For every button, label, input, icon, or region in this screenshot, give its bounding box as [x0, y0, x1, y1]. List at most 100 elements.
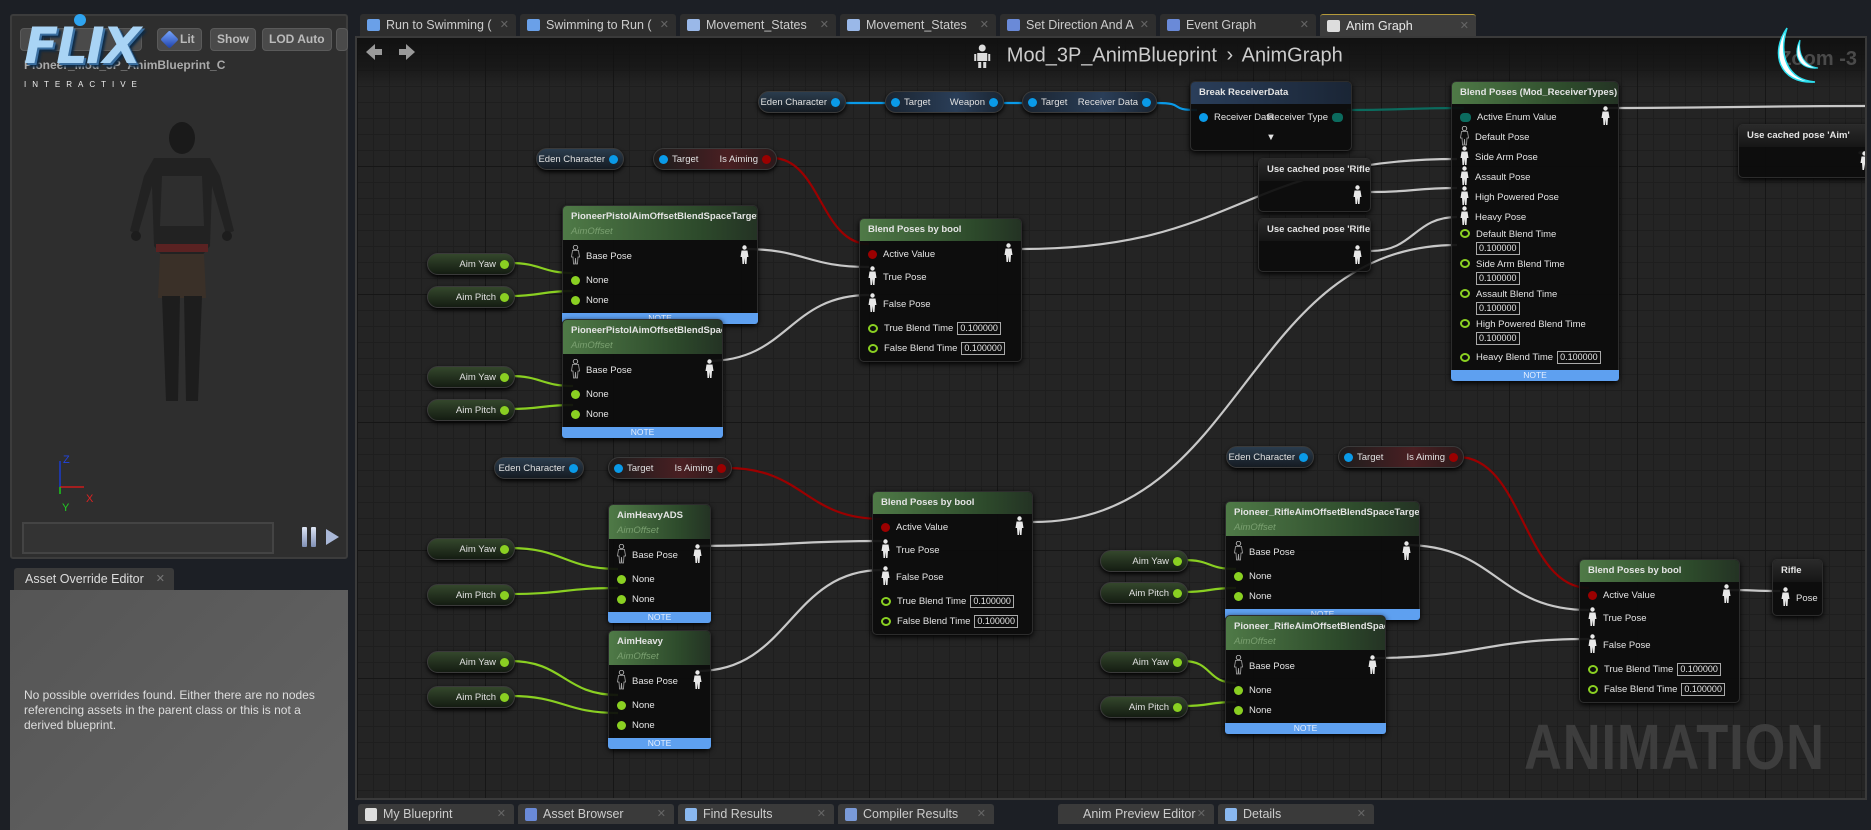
close-icon[interactable]: ✕ — [817, 804, 826, 824]
variable-node-aim-yaw[interactable]: Aim Yaw — [427, 651, 515, 673]
blend-time-input[interactable]: 0.100000 — [1476, 332, 1520, 345]
pose-pin-icon[interactable] — [1860, 150, 1865, 174]
object-pin-icon[interactable] — [1344, 452, 1353, 462]
object-pin-icon[interactable] — [1028, 97, 1037, 107]
pose-pin-icon[interactable] — [740, 245, 749, 268]
pose-pin-icon[interactable] — [1353, 184, 1362, 208]
bool-pin-icon[interactable] — [717, 463, 726, 473]
object-pin-icon[interactable] — [989, 97, 998, 107]
graph-node-rifle[interactable]: Rifle Pose — [1772, 559, 1823, 616]
float-var-pin-icon[interactable] — [1173, 556, 1182, 566]
variable-node-eden-character[interactable]: Eden Character — [536, 148, 624, 170]
float-var-pin-icon[interactable] — [1234, 571, 1243, 581]
variable-node-aim-yaw[interactable]: Aim Yaw — [427, 366, 515, 388]
float-pin-icon[interactable] — [1460, 352, 1470, 362]
pose-pin-icon[interactable] — [693, 544, 702, 567]
close-icon[interactable]: ✕ — [1357, 804, 1366, 824]
object-pin-icon[interactable] — [614, 463, 623, 473]
variable-node-aim-pitch[interactable]: Aim Pitch — [427, 686, 515, 708]
blend-time-input[interactable]: 0.100000 — [1557, 350, 1601, 364]
pause-icon[interactable] — [302, 527, 318, 547]
close-icon[interactable]: ✕ — [1197, 804, 1206, 824]
wire[interactable] — [1606, 104, 1867, 110]
variable-node-aim-pitch[interactable]: Aim Pitch — [427, 584, 515, 606]
pose-reference-pin-icon[interactable] — [571, 244, 580, 268]
graph-node-blend-poses-by-bool[interactable]: Blend Poses by bool Active Value True Pose… — [872, 491, 1033, 635]
pose-reference-pin-icon[interactable] — [1234, 540, 1243, 564]
object-pin-icon[interactable] — [569, 463, 578, 473]
float-var-pin-icon[interactable] — [571, 409, 580, 419]
float-var-pin-icon[interactable] — [500, 657, 509, 667]
bool-pin-icon[interactable] — [881, 522, 890, 532]
tab-find-results[interactable]: Find Results ✕ — [678, 804, 834, 824]
pose-pin-icon[interactable] — [1004, 242, 1013, 266]
graph-node-use-cached-pose-rifle-[interactable]: Use cached pose 'Rifle' — [1258, 218, 1371, 272]
float-pin-icon[interactable] — [868, 343, 878, 353]
float-pin-icon[interactable] — [881, 616, 891, 626]
note-bar[interactable]: NOTE — [608, 738, 711, 749]
float-pin-icon[interactable] — [1588, 664, 1598, 674]
object-pin-icon[interactable] — [1142, 97, 1151, 107]
variable-node-eden-character[interactable]: Eden Character — [494, 457, 584, 479]
float-var-pin-icon[interactable] — [1234, 591, 1243, 601]
close-icon[interactable]: ✕ — [660, 14, 669, 36]
float-pin-icon[interactable] — [1460, 289, 1470, 298]
float-var-pin-icon[interactable] — [500, 405, 509, 415]
blend-time-input[interactable]: 0.100000 — [1476, 242, 1520, 255]
graph-node-pioneerpistolaimoffsetblendspacetargeting[interactable]: PioneerPistolAimOffsetBlendSpaceTargetin… — [562, 205, 758, 324]
graph-node-blend-poses-by-bool[interactable]: Blend Poses by bool Active Value True Pose… — [859, 218, 1022, 362]
graph-node-pioneerpistolaimoffsetblendspace[interactable]: PioneerPistolAimOffsetBlendSpace AimOffse… — [562, 319, 723, 438]
float-var-pin-icon[interactable] — [571, 275, 580, 285]
variable-node-aim-yaw[interactable]: Aim Yaw — [1100, 651, 1188, 673]
wire[interactable] — [509, 586, 619, 596]
bool-pin-icon[interactable] — [762, 154, 771, 164]
object-pin-icon[interactable] — [891, 97, 900, 107]
viewport-overflow-button[interactable] — [336, 28, 348, 51]
close-icon[interactable]: ✕ — [497, 804, 506, 824]
pose-pin-icon[interactable] — [868, 293, 877, 316]
wire[interactable] — [509, 694, 619, 715]
float-var-pin-icon[interactable] — [500, 544, 509, 554]
variable-node-aim-yaw[interactable]: Aim Yaw — [1100, 550, 1188, 572]
note-bar[interactable]: NOTE — [608, 612, 711, 623]
pose-pin-icon[interactable] — [1781, 587, 1790, 610]
blend-time-input[interactable]: 0.100000 — [961, 341, 1005, 355]
pose-pin-icon[interactable] — [868, 266, 877, 289]
float-var-pin-icon[interactable] — [1234, 705, 1243, 715]
graph-node-blend-poses-by-bool[interactable]: Blend Poses by bool Active Value True Pose… — [1579, 559, 1740, 703]
wire[interactable] — [509, 546, 619, 571]
graph-node-break-receiverdata[interactable]: Break ReceiverData Receiver Data Receiver … — [1190, 81, 1352, 151]
enum-pin-icon[interactable] — [1332, 112, 1343, 122]
object-pin-icon[interactable] — [1299, 452, 1308, 462]
tab-movement-states[interactable]: Movement_States ✕ — [680, 14, 836, 36]
float-var-pin-icon[interactable] — [617, 720, 626, 730]
tab-asset-browser[interactable]: Asset Browser ✕ — [518, 804, 674, 824]
float-var-pin-icon[interactable] — [617, 594, 626, 604]
wire[interactable] — [1032, 243, 1458, 524]
blend-time-input[interactable]: 0.100000 — [1476, 272, 1520, 285]
object-pin-icon[interactable] — [831, 97, 840, 107]
wire[interactable] — [1371, 637, 1590, 660]
show-button[interactable]: Show — [210, 28, 256, 51]
close-icon[interactable]: ✕ — [977, 804, 986, 824]
pose-pin-icon[interactable] — [1460, 205, 1469, 229]
note-bar[interactable]: NOTE — [562, 427, 723, 438]
tab-event-graph[interactable]: Event Graph ✕ — [1160, 14, 1316, 36]
note-bar[interactable]: NOTE — [1225, 723, 1386, 734]
blend-time-input[interactable]: 0.100000 — [957, 321, 1001, 335]
blend-time-input[interactable]: 0.100000 — [1677, 662, 1721, 676]
wire[interactable] — [742, 247, 870, 269]
float-var-pin-icon[interactable] — [1173, 702, 1182, 712]
close-icon[interactable]: ✕ — [657, 804, 666, 824]
getter-node-is-aiming[interactable]: Target Is Aiming — [608, 457, 732, 479]
pose-pin-icon[interactable] — [1588, 634, 1597, 657]
getter-node-is-aiming[interactable]: Target Is Aiming — [653, 148, 777, 170]
tab-anim-preview-editor[interactable]: Anim Preview Editor ✕ — [1058, 804, 1214, 824]
close-icon[interactable]: ✕ — [820, 14, 829, 36]
graph-node-aimheavy[interactable]: AimHeavy AimOffset Base Pose None None NOTE — [608, 630, 711, 749]
bool-pin-icon[interactable] — [1449, 452, 1458, 462]
close-icon[interactable]: ✕ — [1300, 14, 1309, 36]
pose-pin-icon[interactable] — [1402, 541, 1411, 564]
pose-pin-icon[interactable] — [1368, 655, 1377, 678]
bool-pin-icon[interactable] — [868, 249, 877, 259]
